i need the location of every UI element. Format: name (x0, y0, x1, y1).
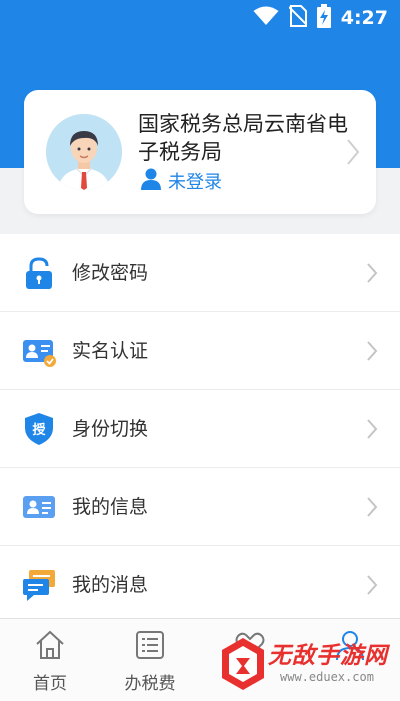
menu-item-label: 实名认证 (72, 340, 149, 362)
chevron-right-icon (366, 496, 378, 522)
contact-card-icon (22, 490, 56, 524)
menu-item-label: 身份切换 (72, 418, 149, 440)
chevron-right-icon (366, 340, 378, 366)
avatar (46, 114, 122, 190)
person-icon (140, 168, 162, 194)
menu-item-label: 修改密码 (72, 262, 149, 284)
home-icon (34, 629, 66, 665)
menu-item-label: 我的信息 (72, 496, 149, 518)
no-sim-icon (288, 5, 308, 31)
login-status-text[interactable]: 未登录 (168, 168, 222, 194)
menu-item-change-password[interactable]: 修改密码 (0, 234, 400, 312)
profile-card[interactable]: 国家税务总局云南省电子税务局 未登录 (24, 90, 376, 214)
tab-label: 办税费 (124, 674, 176, 694)
chevron-right-icon (366, 574, 378, 600)
settings-menu: 修改密码 实名认证 授 身份切换 我的信息 我的消息 (0, 234, 400, 618)
tab-label: 首页 (33, 674, 67, 694)
menu-item-label: 我的消息 (72, 574, 149, 596)
org-name: 国家税务总局云南省电子税务局 (138, 112, 348, 164)
id-card-verified-icon (22, 334, 56, 368)
message-bubble-icon (22, 568, 56, 602)
lock-icon (22, 256, 56, 290)
chevron-right-icon (366, 262, 378, 288)
clock: 4:27 (340, 7, 388, 29)
svg-text:授: 授 (32, 422, 46, 438)
menu-item-identity-switch[interactable]: 授 身份切换 (0, 390, 400, 468)
watermark: 无敌手游网 www.eduex.com (220, 634, 400, 700)
chevron-right-icon (346, 138, 360, 170)
status-bar: 4:27 (0, 0, 400, 36)
login-status-row[interactable]: 未登录 (140, 168, 222, 194)
tab-home[interactable]: 首页 (0, 619, 100, 701)
menu-item-real-name-verification[interactable]: 实名认证 (0, 312, 400, 390)
menu-item-my-messages[interactable]: 我的消息 (0, 546, 400, 620)
watermark-text: 无敌手游网 (268, 643, 388, 669)
wifi-icon (253, 6, 279, 30)
watermark-url: www.eduex.com (280, 670, 374, 684)
battery-charging-icon (316, 4, 331, 32)
menu-item-my-info[interactable]: 我的信息 (0, 468, 400, 546)
tab-tax-services[interactable]: 办税费 (100, 619, 200, 701)
user-avatar-icon (46, 114, 122, 190)
chevron-right-icon (366, 418, 378, 444)
shield-authorize-icon: 授 (22, 412, 56, 446)
status-icons: 4:27 (253, 4, 388, 32)
list-document-icon (134, 629, 166, 665)
